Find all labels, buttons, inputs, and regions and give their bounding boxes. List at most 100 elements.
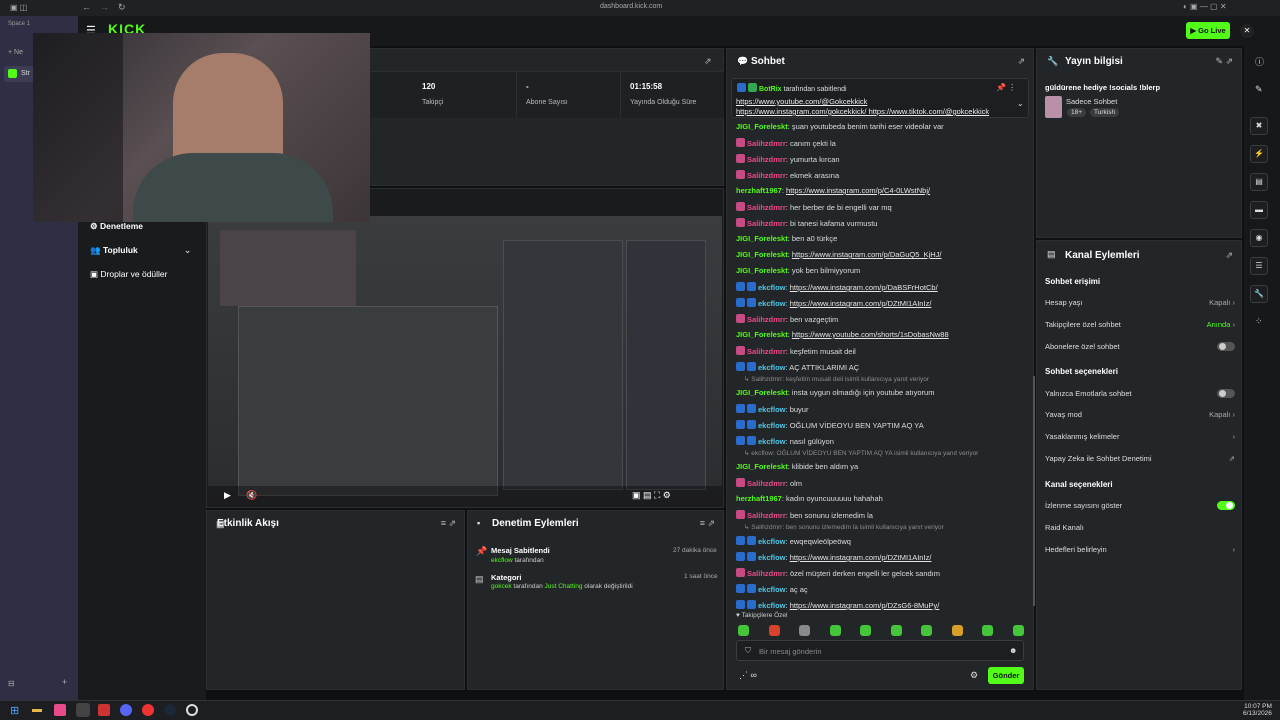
back-icon[interactable]: ← xyxy=(82,2,91,12)
send-button[interactable]: Gönder xyxy=(988,667,1024,684)
chat-username[interactable]: Salihzdmrr xyxy=(747,219,786,228)
chat-link[interactable]: https://www.instagram.com/p/DaGuQ5_KjHJ/ xyxy=(792,250,942,259)
chat-username[interactable]: ekcflow xyxy=(758,405,786,414)
chat-username[interactable]: herzhaft1967 xyxy=(736,186,782,195)
chat-username[interactable]: ekcflow xyxy=(758,585,786,594)
obs-icon[interactable] xyxy=(186,704,198,716)
row-goals[interactable]: Hedefleri belirleyin › xyxy=(1045,545,1235,554)
info-icon[interactable]: ⓘ xyxy=(1255,55,1264,68)
toggle[interactable] xyxy=(1217,342,1235,351)
nav-moderation[interactable]: ⚙ Denetleme xyxy=(90,221,143,232)
chat-username[interactable]: ekcflow xyxy=(758,363,786,372)
folder-icon[interactable]: ▬ xyxy=(32,704,42,715)
chat-username[interactable]: ekcflow xyxy=(758,421,786,430)
close-icon[interactable]: ✕ xyxy=(1240,24,1254,38)
emote-icon[interactable] xyxy=(768,625,780,636)
row-ai-moderation[interactable]: Yapay Zeka ile Sohbet Denetimi ⇗ xyxy=(1045,454,1235,463)
emote-icon[interactable] xyxy=(951,625,963,636)
filter-icon[interactable]: ≡ ⇗ xyxy=(441,518,456,529)
chat-username[interactable]: JIGI_Foreleskt xyxy=(736,234,788,243)
chat-tools-icon[interactable]: ⋰ ∞ xyxy=(739,670,757,681)
chat-link[interactable]: https://www.youtube.com/shorts/1sDobasNw… xyxy=(792,330,949,339)
chat-link[interactable]: https://www.instagram.com/p/DZtMI1AInIz/ xyxy=(790,299,932,308)
new-tab[interactable]: + Ne xyxy=(8,49,23,56)
chat-link[interactable]: https://www.instagram.com/p/DZtMI1AInIz/ xyxy=(790,553,932,562)
discord-icon[interactable] xyxy=(120,704,132,716)
chat-username[interactable]: Salihzdmrr xyxy=(747,569,786,578)
browser-icon[interactable] xyxy=(76,703,90,717)
emote-icon[interactable] xyxy=(738,625,749,636)
pin-menu-icon[interactable]: 📌 ⋮ xyxy=(996,83,1016,92)
chat-username[interactable]: ekcflow xyxy=(758,299,786,308)
chat-username[interactable]: Salihzdmrr xyxy=(747,511,786,520)
forward-icon[interactable]: → xyxy=(100,2,109,12)
chat-settings-icon[interactable]: ⚙ xyxy=(970,670,978,681)
row-followers-only[interactable]: Takipçilere özel sohbet Anında › xyxy=(1045,320,1235,329)
chat-username[interactable]: Salihzdmrr xyxy=(747,479,786,488)
emote-icon[interactable] xyxy=(1012,625,1024,636)
reload-icon[interactable]: ↻ xyxy=(118,2,126,13)
settings-icon[interactable]: ▣ ▤ ⛶ ⚙ xyxy=(632,490,671,501)
chat-username[interactable]: Salihzdmrr xyxy=(747,347,786,356)
kick-icon[interactable]: ✖ xyxy=(1250,117,1268,135)
chat-input[interactable]: ⛉ Bir mesaj gönderin ☻ xyxy=(736,640,1024,661)
start-icon[interactable]: ⊞ xyxy=(10,704,19,717)
chat-username[interactable]: JIGI_Foreleskt xyxy=(736,250,788,259)
sidebar-toggle-icon[interactable]: ▣ ◫ xyxy=(10,3,27,12)
pinned-link[interactable]: https://www.instagram.com/gokcekkick/ ht… xyxy=(736,107,989,116)
emote-icon[interactable] xyxy=(890,625,902,636)
address-bar[interactable]: dashboard.kick.com xyxy=(600,3,662,10)
chevron-down-icon[interactable]: ⌄ xyxy=(1017,99,1024,108)
steam-icon[interactable] xyxy=(164,704,176,716)
chat-scrollbar[interactable] xyxy=(1033,376,1035,606)
chat-username[interactable]: Salihzdmrr xyxy=(747,155,786,164)
toggle[interactable] xyxy=(1217,389,1235,398)
broadcast-icon[interactable]: ◉ xyxy=(1250,229,1268,247)
app-icon[interactable] xyxy=(98,704,110,716)
mute-icon[interactable]: 🔇 xyxy=(246,490,257,501)
chat-username[interactable]: JIGI_Foreleskt xyxy=(736,266,788,275)
chat-username[interactable]: JIGI_Foreleskt xyxy=(736,330,788,339)
row-account-age[interactable]: Hesap yaşı Kapalı › xyxy=(1045,298,1235,307)
chat-username[interactable]: JIGI_Foreleskt xyxy=(736,462,788,471)
chat-username[interactable]: Salihzdmrr xyxy=(747,315,786,324)
chat-username[interactable]: Salihzdmrr xyxy=(747,139,786,148)
chat-username[interactable]: ekcflow xyxy=(758,437,786,446)
chat-username[interactable]: Salihzdmrr xyxy=(747,203,786,212)
archive-icon[interactable]: ⊟ xyxy=(8,679,15,688)
row-show-viewers[interactable]: İzlenme sayısını göster xyxy=(1045,501,1235,510)
emote-icon[interactable] xyxy=(799,625,810,636)
chat-username[interactable]: Salihzdmrr xyxy=(747,171,786,180)
pinned-link[interactable]: https://www.youtube.com/@Gokcekkick xyxy=(736,97,867,106)
list-icon[interactable]: ☰ xyxy=(1250,257,1268,275)
row-banned-words[interactable]: Yasaklanmış kelimeler › xyxy=(1045,432,1235,441)
emoji-icon[interactable]: ☻ xyxy=(1009,646,1017,655)
toggle[interactable] xyxy=(1217,501,1235,510)
window-controls[interactable]: ◐ ▣ — ▢ ✕ xyxy=(1183,2,1227,11)
go-live-button[interactable]: ▶ Go Live xyxy=(1186,22,1230,39)
nav-drops[interactable]: ▣ Droplar ve ödüller xyxy=(90,269,168,280)
chat-link[interactable]: https://www.instagram.com/p/C4-0LWstNbj/ xyxy=(786,186,930,195)
edit-popout-icon[interactable]: ✎ ⇗ xyxy=(1215,56,1233,67)
clipboard-icon[interactable]: ▤ xyxy=(1250,173,1268,191)
chat-username[interactable]: JIGI_Foreleskt xyxy=(736,122,788,131)
pencil-icon[interactable]: ✎ xyxy=(1255,84,1263,95)
chat-username[interactable]: ekcflow xyxy=(758,601,786,610)
nav-community[interactable]: 👥 Topluluk ⌄ xyxy=(90,245,191,256)
emote-icon[interactable] xyxy=(829,625,841,636)
chat-username[interactable]: ekcflow xyxy=(758,537,786,546)
chat-username[interactable]: ekcflow xyxy=(758,283,786,292)
chat-username[interactable]: herzhaft1967 xyxy=(736,494,782,503)
row-subscribers-only[interactable]: Abonelere özel sohbet xyxy=(1045,342,1235,351)
row-slow-mode[interactable]: Yavaş mod Kapalı › xyxy=(1045,410,1235,419)
popout-icon[interactable]: ⇗ xyxy=(1017,56,1025,67)
emote-icon[interactable] xyxy=(982,625,993,636)
stream-video[interactable]: ▶ 🔇 ▣ ▤ ⛶ ⚙ xyxy=(208,216,722,506)
wrench-icon[interactable]: 🔧 xyxy=(1250,285,1268,303)
chat-bubble-icon[interactable]: ▬ xyxy=(1250,201,1268,219)
filter-icon[interactable]: ≡ ⇗ xyxy=(700,518,715,529)
chat-username[interactable]: JIGI_Foreleskt xyxy=(736,388,788,397)
add-icon[interactable]: + xyxy=(62,677,67,687)
play-icon[interactable]: ▶ xyxy=(224,490,231,501)
apps-icon[interactable]: ⁘ xyxy=(1255,316,1263,327)
